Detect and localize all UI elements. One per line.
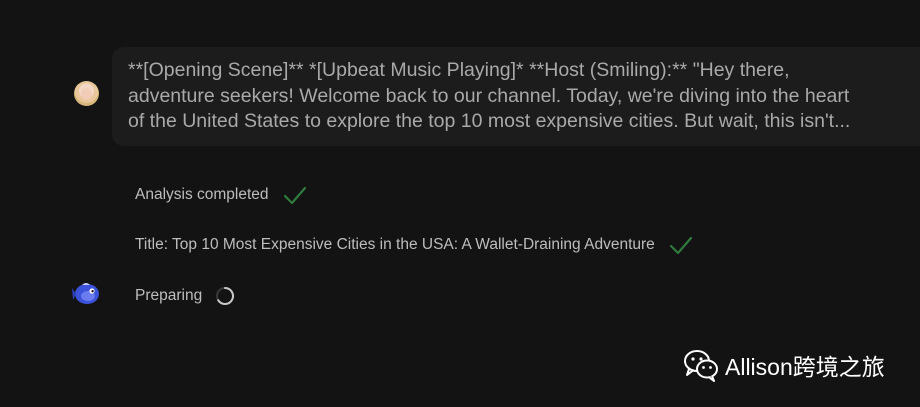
check-icon <box>283 186 306 205</box>
step-analysis: Analysis completed <box>135 185 307 205</box>
spinner-icon <box>216 287 235 305</box>
message-line-3: of the United States to explore the top … <box>128 110 851 132</box>
wechat-icon <box>684 350 718 382</box>
chat-view: **[Opening Scene]** *[Upbeat Music Playi… <box>0 0 920 407</box>
watermark-text: Allison跨境之旅 <box>725 354 885 380</box>
step-title: Title: Top 10 Most Expensive Cities in t… <box>135 235 693 255</box>
message-line-2: adventure seekers! Welcome back to our c… <box>128 84 850 107</box>
message-line-1: **[Opening Scene]** *[Upbeat Music Playi… <box>128 59 790 81</box>
bot-avatar <box>72 283 99 304</box>
step-label: Preparing <box>135 287 203 304</box>
check-icon <box>669 236 692 255</box>
step-preparing: Preparing <box>135 285 236 307</box>
watermark: Allison跨境之旅 <box>683 348 885 382</box>
user-avatar <box>74 81 99 106</box>
step-label: Analysis completed <box>135 186 269 203</box>
step-label: Title: Top 10 Most Expensive Cities in t… <box>135 236 655 253</box>
user-message-bubble[interactable]: **[Opening Scene]** *[Upbeat Music Playi… <box>112 47 920 146</box>
